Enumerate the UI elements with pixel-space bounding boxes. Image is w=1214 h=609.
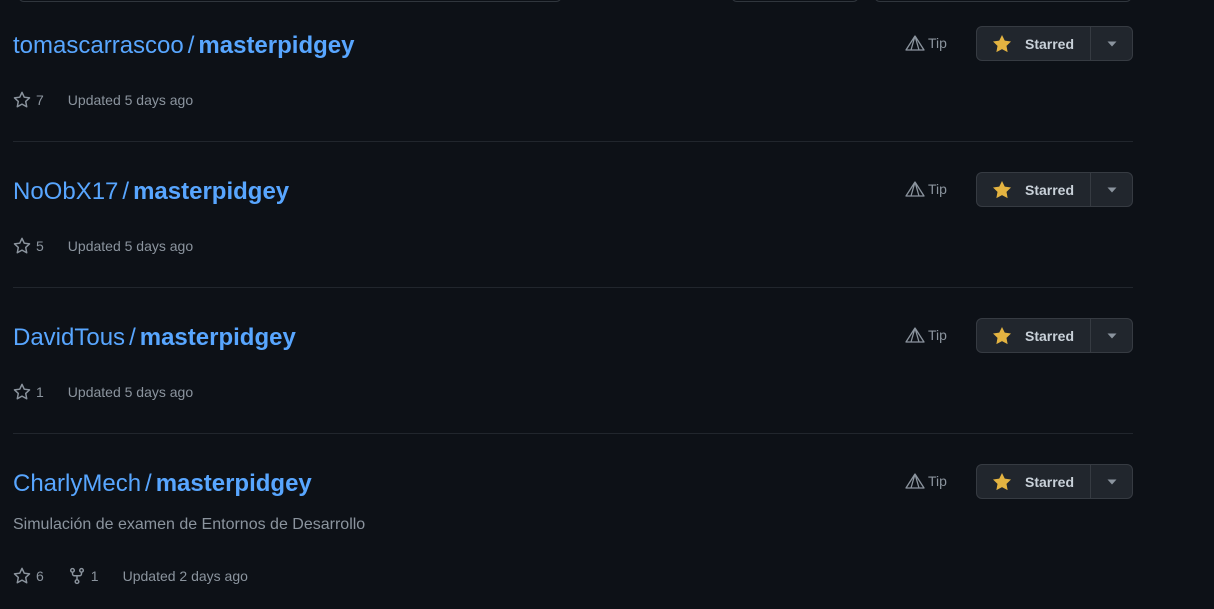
unstar-button[interactable]: Starred (977, 173, 1091, 206)
starred-repos-list: tomascarrascoo / masterpidgey 7 Updated 5 … (0, 0, 1214, 609)
prism-icon (905, 327, 925, 343)
star-icon (13, 567, 31, 584)
star-list-dropdown[interactable] (1091, 465, 1132, 498)
repo-item: NoObX17/masterpidgey 5 Updated 5 days ag… (13, 172, 1133, 288)
starred-label: Starred (1025, 181, 1075, 198)
tip-label: Tip (928, 181, 947, 197)
prism-icon (905, 473, 925, 489)
repo-item: DavidTous / masterpidgey 1 Updated 5 days … (13, 318, 1133, 434)
star-filled-icon (993, 180, 1011, 198)
star-icon (13, 91, 31, 108)
repo-title-link[interactable]: CharlyMech / masterpidgey (13, 468, 312, 500)
repo-separator: / (122, 178, 130, 205)
star-filled-icon (993, 326, 1011, 344)
star-button-group: Starred (976, 172, 1133, 207)
star-icon (13, 237, 31, 254)
fork-count: 1 (90, 568, 99, 584)
repo-meta: 6 1 Updated 2 days ago (13, 567, 248, 585)
repo-owner[interactable]: DavidTous (13, 324, 125, 351)
repo-meta: 1 Updated 5 days ago (13, 383, 193, 401)
sort-filter-partial[interactable] (874, 0, 1132, 2)
unstar-button[interactable]: Starred (977, 27, 1091, 60)
tip-label: Tip (928, 473, 947, 489)
star-button-group: Starred (976, 464, 1133, 499)
repo-item: CharlyMech / masterpidgey Simulación de ex… (13, 464, 1133, 609)
tip-button[interactable]: Tip (905, 327, 947, 343)
prism-icon (905, 35, 925, 51)
star-list-dropdown[interactable] (1091, 27, 1132, 60)
tip-label: Tip (928, 35, 947, 51)
updated-time: Updated 5 days ago (67, 384, 194, 400)
starred-label: Starred (1025, 35, 1075, 52)
star-button-group: Starred (976, 26, 1133, 61)
stargazers-link[interactable]: 6 (13, 567, 44, 585)
repo-description: Simulación de examen de Entornos de Desa… (13, 516, 366, 533)
updated-time: Updated 2 days ago (122, 568, 248, 584)
triangle-down-icon (1107, 333, 1116, 338)
updated-time: Updated 5 days ago (67, 238, 194, 254)
star-count: 5 (36, 238, 44, 254)
repo-owner[interactable]: CharlyMech (13, 470, 141, 497)
unstar-button[interactable]: Starred (977, 465, 1091, 498)
repo-owner[interactable]: tomascarrascoo (13, 32, 184, 59)
tip-button[interactable]: Tip (905, 473, 947, 489)
repo-title-link[interactable]: DavidTous / masterpidgey (13, 322, 296, 354)
repo-separator: / (187, 32, 195, 59)
repo-title-link[interactable]: tomascarrascoo / masterpidgey (13, 30, 354, 62)
type-filter-partial[interactable] (731, 0, 859, 2)
repo-name[interactable]: masterpidgey (140, 324, 296, 351)
tip-button[interactable]: Tip (905, 35, 947, 51)
stargazers-link[interactable]: 7 (13, 91, 44, 109)
star-list-dropdown[interactable] (1091, 319, 1132, 352)
repo-name[interactable]: masterpidgey (133, 178, 289, 205)
repo-forked-icon (69, 567, 84, 585)
unstar-button[interactable]: Starred (977, 319, 1091, 352)
repo-name[interactable]: masterpidgey (156, 470, 312, 497)
starred-label: Starred (1025, 327, 1075, 344)
star-count: 6 (36, 568, 44, 584)
forks-link[interactable]: 1 (68, 567, 99, 585)
star-filled-icon (993, 34, 1011, 52)
star-count: 1 (36, 384, 44, 400)
prism-icon (905, 181, 925, 197)
star-button-group: Starred (976, 318, 1133, 353)
repo-meta: 7 Updated 5 days ago (13, 91, 193, 109)
star-count: 7 (36, 92, 44, 108)
repo-name[interactable]: masterpidgey (198, 32, 354, 59)
updated-time: Updated 5 days ago (67, 92, 194, 108)
stargazers-link[interactable]: 5 (13, 237, 44, 255)
repo-separator: / (145, 470, 152, 497)
star-list-dropdown[interactable] (1091, 173, 1132, 206)
triangle-down-icon (1107, 479, 1116, 484)
repo-separator: / (129, 324, 136, 351)
star-filled-icon (993, 472, 1011, 490)
triangle-down-icon (1107, 41, 1116, 46)
repo-meta: 5 Updated 5 days ago (13, 237, 193, 255)
search-input-partial[interactable] (18, 0, 562, 2)
stargazers-link[interactable]: 1 (13, 383, 44, 401)
starred-label: Starred (1025, 473, 1075, 490)
repo-title-link[interactable]: NoObX17/masterpidgey (13, 176, 289, 208)
triangle-down-icon (1107, 187, 1116, 192)
tip-button[interactable]: Tip (905, 181, 947, 197)
star-icon (13, 383, 31, 400)
tip-label: Tip (928, 327, 947, 343)
repo-item: tomascarrascoo / masterpidgey 7 Updated 5 … (13, 26, 1133, 142)
repo-owner[interactable]: NoObX17 (13, 178, 118, 205)
